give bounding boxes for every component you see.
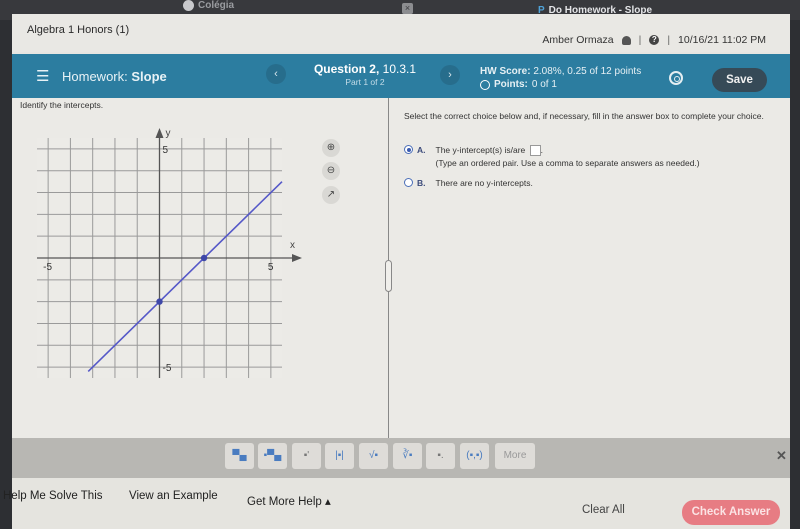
y-axis-arrow — [155, 128, 164, 138]
question-info: Question 2, 10.3.1 Part 1 of 2 — [300, 62, 430, 87]
y-tick-label: -5 — [163, 363, 172, 374]
points-value: 0 of 1 — [531, 79, 557, 90]
x-tick-label: 5 — [268, 262, 274, 273]
save-button[interactable]: Save — [712, 68, 767, 92]
data-point — [200, 254, 208, 262]
question-part: Part 1 of 2 — [345, 77, 385, 87]
mixed-number-button[interactable]: ▪▀▄ — [258, 443, 287, 469]
tab-label: Colégia — [198, 0, 235, 11]
exponent-button[interactable]: ▪' — [292, 443, 321, 469]
choice-letter: A. — [417, 145, 426, 155]
question-number: 10.3.1 — [382, 62, 417, 76]
choice-b-radio[interactable] — [404, 178, 413, 187]
right-pane: Select the correct choice below and, if … — [392, 98, 790, 438]
homework-name: Slope — [131, 69, 167, 84]
square-root-button[interactable]: √▪ — [359, 443, 388, 469]
user-icon — [621, 35, 631, 45]
datetime: 10/16/21 11:02 PM — [678, 34, 766, 46]
choice-a-radio[interactable] — [404, 145, 413, 154]
fraction-button[interactable]: ▀▄ — [225, 443, 254, 469]
homework-title: Homework: Slope — [62, 69, 167, 84]
next-question-button[interactable]: › — [440, 65, 460, 85]
choice-b[interactable]: B. There are no y-intercepts. — [404, 178, 533, 188]
get-more-help-link[interactable]: Get More Help ▴ — [247, 494, 331, 508]
help-me-solve-link[interactable]: Help Me Solve This — [3, 490, 103, 502]
divider-drag-handle[interactable] — [385, 260, 392, 292]
graph: x y -5 5 5 -5 — [27, 128, 307, 388]
math-toolbar: ▀▄ ▪▀▄ ▪' |▪| √▪ ∛▪ ▪. (▪,▪) More ✕ — [12, 438, 790, 478]
zoom-out-icon[interactable]: ⊖ — [322, 162, 340, 180]
globe-icon — [183, 0, 194, 11]
points-circle-icon — [480, 79, 490, 90]
course-bar: Algebra 1 Honors (1) Amber Ormaza | ? | … — [12, 14, 790, 52]
choice-text: The y-intercept(s) is/are — [435, 145, 526, 155]
choice-hint: (Type an ordered pair. Use a comma to se… — [435, 158, 700, 169]
y-tick-label: 5 — [163, 145, 169, 156]
homework-label: Homework: — [62, 69, 128, 84]
check-answer-button[interactable]: Check Answer — [682, 500, 780, 525]
graph-svg: x y -5 5 5 -5 — [37, 128, 302, 378]
y-intercept-answer-input[interactable] — [529, 145, 541, 157]
separator: | — [638, 34, 642, 46]
nth-root-button[interactable]: ∛▪ — [393, 443, 422, 469]
browser-tab-colegia[interactable]: Colégia — [183, 0, 234, 11]
x-tick-label: -5 — [43, 262, 52, 273]
tab-close-icon[interactable]: × — [402, 3, 413, 14]
instruction: Identify the intercepts. — [20, 100, 104, 110]
question-label: Question 2, — [313, 62, 380, 76]
homework-header: ☰ Homework: Slope ‹ Question 2, 10.3.1 P… — [12, 54, 790, 98]
gear-icon[interactable] — [669, 71, 683, 85]
user-area: Amber Ormaza | ? | 10/16/21 11:02 PM — [542, 34, 766, 46]
close-toolbar-icon[interactable]: ✕ — [776, 448, 787, 464]
left-pane: Identify the intercepts. x y -5 5 5 -5 ⊕ ⊖ ↗ — [12, 98, 390, 438]
points-label: Points: — [494, 79, 528, 90]
menu-icon[interactable]: ☰ — [36, 67, 49, 85]
page: Algebra 1 Honors (1) Amber Ormaza | ? | … — [3, 14, 790, 529]
view-example-link[interactable]: View an Example — [129, 490, 218, 502]
zoom-in-icon[interactable]: ⊕ — [322, 139, 340, 157]
prompt: Select the correct choice below and, if … — [404, 111, 764, 121]
decimal-button[interactable]: ▪. — [426, 443, 455, 469]
x-axis-label: x — [290, 240, 295, 251]
choice-a[interactable]: A. The y-intercept(s) is/are . (Type an … — [404, 145, 700, 168]
help-icon[interactable]: ? — [649, 35, 660, 45]
choice-letter: B. — [417, 178, 426, 188]
x-axis-arrow — [292, 254, 302, 262]
popout-icon[interactable]: ↗ — [322, 186, 340, 204]
data-point — [156, 298, 163, 305]
ordered-pair-button[interactable]: (▪,▪) — [460, 443, 489, 469]
user-name[interactable]: Amber Ormaza — [542, 34, 613, 46]
separator: | — [667, 34, 671, 46]
choice-text: There are no y-intercepts. — [435, 178, 533, 188]
more-button[interactable]: More — [495, 443, 535, 469]
question-content: Identify the intercepts. x y -5 5 5 -5 ⊕ ⊖ ↗ … — [12, 98, 790, 438]
course-title[interactable]: Algebra 1 Honors (1) — [27, 24, 129, 36]
previous-question-button[interactable]: ‹ — [266, 64, 286, 84]
footer: Help Me Solve This View an Example Get M… — [3, 478, 790, 529]
y-axis-label: y — [166, 128, 171, 139]
score-info: HW Score: 2.08%, 0.25 of 12 points Point… — [480, 66, 641, 90]
absolute-value-button[interactable]: |▪| — [325, 443, 354, 469]
clear-all-button[interactable]: Clear All — [582, 504, 625, 516]
hw-score-value: 2.08%, 0.25 of 12 points — [533, 66, 642, 77]
hw-score-label: HW Score: — [480, 66, 531, 77]
